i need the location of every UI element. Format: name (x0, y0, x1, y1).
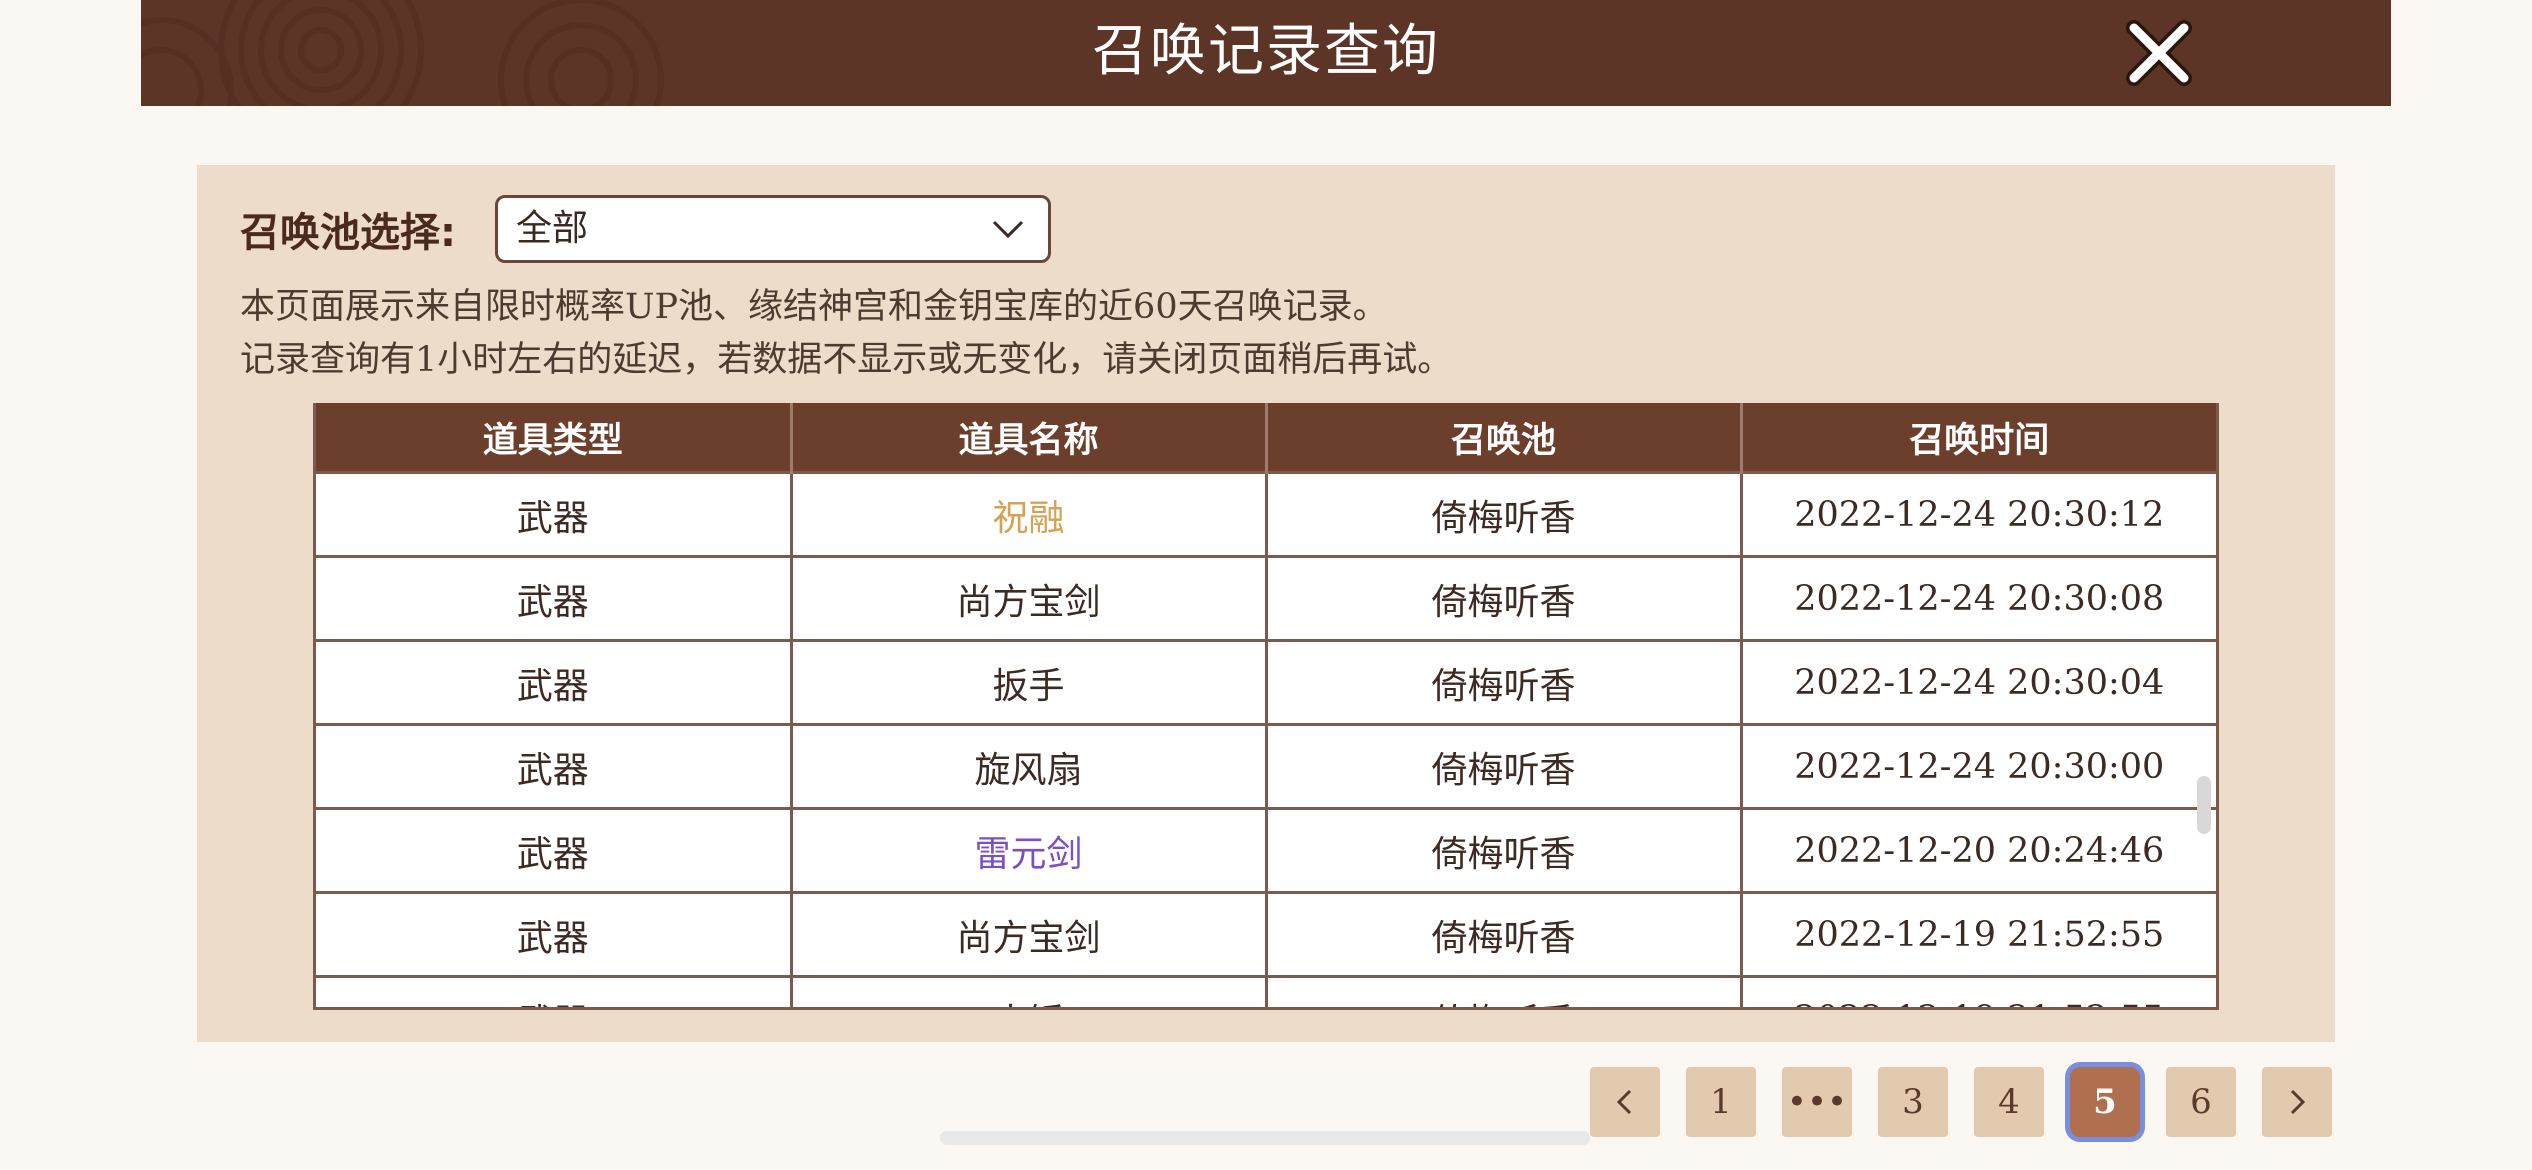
notice-line-2: 记录查询有1小时左右的延迟，若数据不显示或无变化，请关闭页面稍后再试。 (240, 340, 1453, 380)
cell-item-name: 祝融 (789, 471, 1266, 557)
cell-pool: 倚梅听香 (1264, 891, 1741, 977)
chevron-left-icon (1616, 1089, 1632, 1115)
table-row: 武器 尚方宝剑 倚梅听香 2022-12-19 21:52:55 (316, 891, 2216, 977)
cell-item-name: 尚方宝剑 (789, 891, 1266, 977)
cell-item-type: 武器 (316, 723, 791, 809)
close-button[interactable] (2118, 12, 2200, 94)
cell-time: 2022-12-24 20:30:04 (1739, 639, 2216, 725)
horizontal-scrollbar[interactable] (940, 1131, 1590, 1145)
pool-select-value: 全部 (516, 208, 589, 249)
cell-item-name: 尚方宝剑 (789, 555, 1266, 641)
page-button-1[interactable]: 1 (1686, 1067, 1756, 1137)
cell-item-type: 武器 (316, 639, 791, 725)
cell-time: 2022-12-24 20:30:08 (1739, 555, 2216, 641)
cell-time: 2022-12-20 20:24:46 (1739, 807, 2216, 893)
page-button-4[interactable]: 4 (1974, 1067, 2044, 1137)
cell-time: 2022-12-24 20:30:12 (1739, 471, 2216, 557)
column-header-item-name: 道具名称 (789, 403, 1266, 473)
page-ellipsis[interactable]: ••• (1782, 1067, 1852, 1137)
cell-pool: 倚梅听香 (1264, 807, 1741, 893)
table-row: 武器 祝融 倚梅听香 2022-12-24 20:30:12 (316, 471, 2216, 557)
cell-item-type: 武器 (316, 555, 791, 641)
column-header-time: 召唤时间 (1739, 403, 2216, 473)
table-row: 武器 雷元剑 倚梅听香 2022-12-20 20:24:46 (316, 807, 2216, 893)
page-button-3[interactable]: 3 (1878, 1067, 1948, 1137)
chevron-right-icon (2290, 1089, 2306, 1115)
cell-pool: 倚梅听香 (1264, 723, 1741, 809)
notice-line-1: 本页面展示来自限时概率UP池、缘结神宫和金钥宝库的近60天召唤记录。 (240, 287, 1388, 327)
table-row: 武器 尚方宝剑 倚梅听香 2022-12-24 20:30:08 (316, 555, 2216, 641)
cell-pool: 倚梅听香 (1264, 555, 1741, 641)
table-body: 武器 祝融 倚梅听香 2022-12-24 20:30:12 武器 尚方宝剑 倚梅听香 202… (316, 471, 2216, 1007)
cell-item-name: 雷元剑 (789, 807, 1266, 893)
prev-page-button[interactable] (1590, 1067, 1660, 1137)
table-header-row: 道具类型 道具名称 召唤池 召唤时间 (316, 403, 2216, 473)
records-panel: 召唤池选择: 全部 本页面展示来自限时概率UP池、缘结神宫和金钥宝库的近60天召… (197, 165, 2335, 1042)
cell-pool: 倚梅听香 (1264, 471, 1741, 557)
table-row: 武器大锤倚梅听香2022-12-19 21:52:55 (316, 975, 2216, 1007)
table-row: 武器 扳手 倚梅听香 2022-12-24 20:30:04 (316, 639, 2216, 725)
close-icon (2126, 20, 2192, 86)
dialog-title: 召唤记录查询 (1092, 19, 1440, 84)
records-table-container[interactable]: 道具类型 道具名称 召唤池 召唤时间 武器 祝融 倚梅听香 2022-12-24 20… (313, 403, 2219, 1010)
cell-item-type: 武器 (316, 471, 791, 557)
table-row: 武器 旋风扇 倚梅听香 2022-12-24 20:30:00 (316, 723, 2216, 809)
cell-pool: 倚梅听香 (1264, 639, 1741, 725)
cell-item-type: 武器 (316, 975, 791, 1007)
pool-select-dropdown[interactable]: 全部 (495, 195, 1051, 263)
page-button-5-active[interactable]: 5 (2070, 1067, 2140, 1137)
column-header-pool: 召唤池 (1264, 403, 1741, 473)
dialog-header: 召唤记录查询 (141, 0, 2391, 106)
vertical-scrollbar[interactable] (2197, 776, 2211, 834)
records-table: 道具类型 道具名称 召唤池 召唤时间 武器 祝融 倚梅听香 2022-12-24 20… (316, 403, 2216, 1007)
chevron-down-icon (992, 220, 1024, 239)
cell-item-type: 武器 (316, 891, 791, 977)
cell-item-type: 武器 (316, 807, 791, 893)
cell-item-name: 大锤 (789, 975, 1266, 1007)
column-header-item-type: 道具类型 (316, 403, 791, 473)
cell-item-name: 旋风扇 (789, 723, 1266, 809)
cell-time: 2022-12-19 21:52:55 (1739, 891, 2216, 977)
pool-select-label: 召唤池选择: (240, 210, 456, 256)
cell-item-name: 扳手 (789, 639, 1266, 725)
cell-pool: 倚梅听香 (1264, 975, 1741, 1007)
page-button-6[interactable]: 6 (2166, 1067, 2236, 1137)
next-page-button[interactable] (2262, 1067, 2332, 1137)
cell-time: 2022-12-19 21:52:55 (1739, 975, 2216, 1007)
cell-time: 2022-12-24 20:30:00 (1739, 723, 2216, 809)
